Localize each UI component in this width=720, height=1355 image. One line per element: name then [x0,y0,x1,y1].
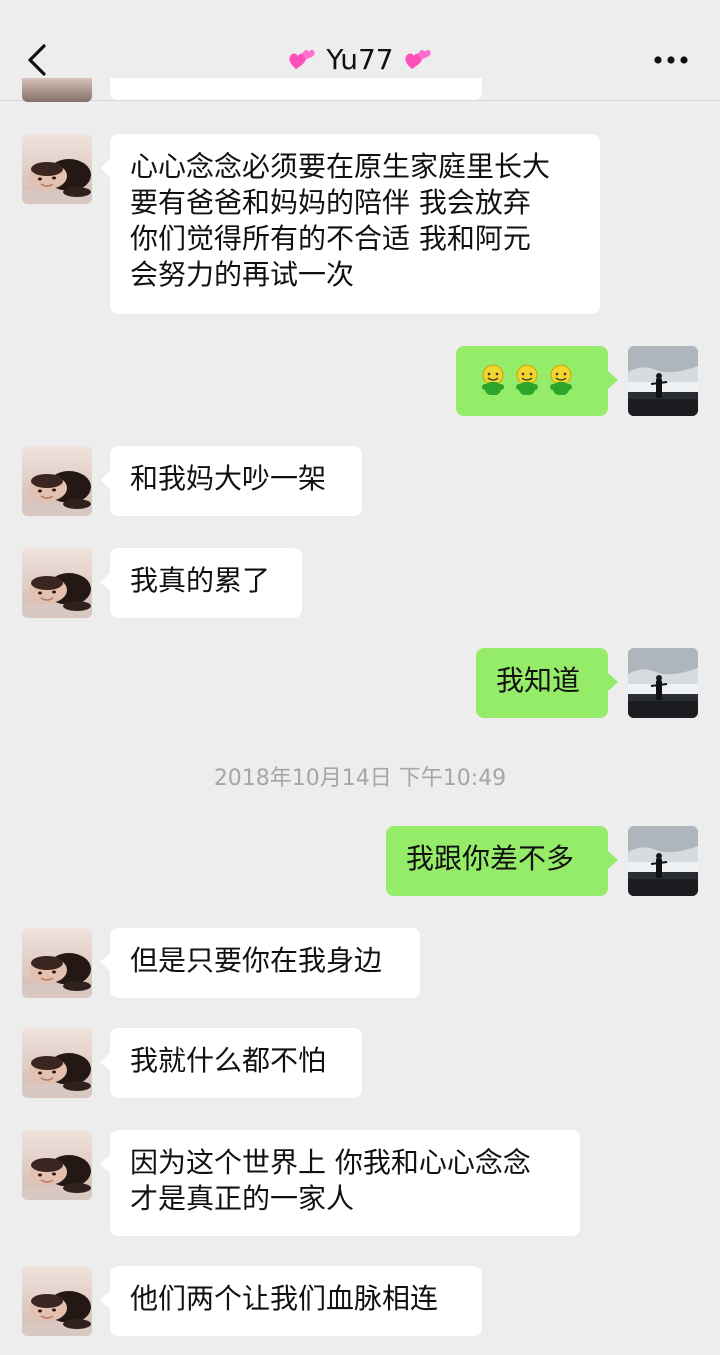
message-text: 我就什么都不怕 [130,1044,327,1077]
smiling-green-emoji-icon [478,364,508,398]
message-bubble[interactable]: 他们两个让我们血脉相连 [100,1266,482,1336]
message-bubble[interactable]: 心心念念必须要在原生家庭里长大 要有爸爸和妈妈的陪伴 我会放弃 你们觉得所有的不… [100,134,600,314]
smiling-green-emoji-icon [512,364,542,398]
two-hearts-emoji [403,44,433,74]
avatar[interactable] [628,648,698,718]
message-text-line: 会努力的再试一次 [130,258,355,291]
message-text: 我知道 [496,664,581,697]
message-bubble[interactable]: 我知道 [476,648,618,718]
avatar[interactable] [22,1266,92,1336]
message-text: 我跟你差不多 [406,842,575,875]
message-text: 他们两个让我们血脉相连 [130,1282,439,1315]
avatar[interactable] [628,346,698,416]
message-text-line: 因为这个世界上 你我和心心念念 [130,1146,531,1179]
avatar[interactable] [22,446,92,516]
avatar[interactable] [22,548,92,618]
message-timestamp: 2018年10月14日 下午10:49 [213,766,507,791]
more-button[interactable] [644,42,698,78]
message-text-line: 心心念念必须要在原生家庭里长大 [130,150,551,183]
message-text: 和我妈大吵一架 [130,462,327,495]
message-bubble[interactable]: 我就什么都不怕 [100,1028,362,1098]
avatar[interactable] [22,78,92,102]
avatar[interactable] [22,134,92,204]
message-bubble[interactable] [110,78,482,100]
message-text-line: 要有爸爸和妈妈的陪伴 我会放弃 [130,186,531,219]
message-text-line: 才是真正的一家人 [130,1182,355,1215]
message-bubble[interactable]: 和我妈大吵一架 [100,446,362,516]
avatar[interactable] [22,1130,92,1200]
message-text: 但是只要你在我身边 [130,944,383,977]
message-bubble[interactable]: 因为这个世界上 你我和心心念念 才是真正的一家人 [100,1130,580,1236]
message-bubble[interactable]: 我跟你差不多 [386,826,618,896]
avatar[interactable] [22,928,92,998]
message-bubble[interactable]: 但是只要你在我身边 [100,928,420,998]
message-bubble[interactable]: 我真的累了 [100,548,302,618]
avatar[interactable] [628,826,698,896]
message-bubble[interactable] [456,346,618,416]
more-dots-icon [654,56,688,64]
avatar[interactable] [22,1028,92,1098]
message-text-line: 你们觉得所有的不合适 我和阿元 [130,222,531,255]
two-hearts-emoji [287,44,317,74]
chat-title-text: Yu77 [326,43,394,76]
message-text: 我真的累了 [130,564,271,597]
chat-title: Yu77 [0,42,720,78]
smiling-green-emoji-icon [546,364,576,398]
